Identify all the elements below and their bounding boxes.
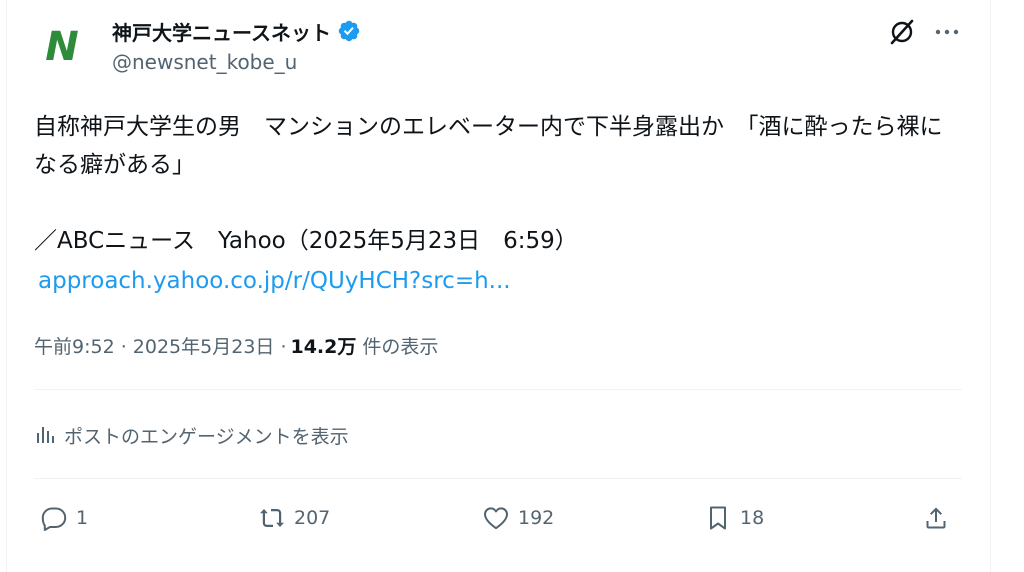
account-handle[interactable]: @newsnet_kobe_u <box>112 50 297 74</box>
column-border-right <box>990 0 991 572</box>
timestamp[interactable]: 午前9:52 · 2025年5月23日 · <box>34 332 286 359</box>
grok-button[interactable] <box>888 18 916 46</box>
more-dots-icon <box>935 29 959 35</box>
share-icon <box>926 507 946 529</box>
reply-icon <box>41 507 67 531</box>
column-border-left <box>6 0 7 572</box>
reply-button[interactable]: 1 <box>40 498 88 538</box>
reply-count: 1 <box>76 507 89 529</box>
analytics-icon <box>37 427 54 443</box>
divider <box>34 389 962 390</box>
tweet-link[interactable]: approach.yahoo.co.jp/r/QUyHCH?src=h... <box>38 262 511 300</box>
repost-count: 207 <box>294 507 331 529</box>
action-bar: 1 207 192 18 <box>34 498 962 538</box>
like-button[interactable]: 192 <box>482 498 554 538</box>
view-engagement-label: ポストのエンゲージメントを表示 <box>64 425 349 448</box>
heart-icon <box>484 507 508 530</box>
repost-icon <box>260 509 284 527</box>
display-name[interactable]: 神戸大学ニュースネット <box>112 17 331 46</box>
verified-badge-icon[interactable] <box>337 19 361 43</box>
grok-icon <box>890 19 914 45</box>
tweet-frame: N 神戸大学ニュースネット @newsnet_kobe_u 自称神戸大学生の男 … <box>0 0 1024 572</box>
views-count: 14.2万 <box>290 335 357 358</box>
bookmark-button[interactable]: 18 <box>704 498 764 538</box>
tweet: N 神戸大学ニュースネット @newsnet_kobe_u 自称神戸大学生の男 … <box>32 0 962 572</box>
avatar[interactable]: N <box>34 18 90 74</box>
tweet-text: 自称神戸大学生の男 マンションのエレベーター内で下半身露出か 「酒に酔ったら裸に… <box>34 114 943 254</box>
name-row: 神戸大学ニュースネット <box>112 16 361 46</box>
views-label: 件の表示 <box>362 335 439 358</box>
divider <box>34 478 962 479</box>
like-count: 192 <box>518 507 555 529</box>
bookmark-count: 18 <box>740 507 765 529</box>
more-options-button[interactable] <box>932 18 962 46</box>
view-engagement-link[interactable]: ポストのエンゲージメントを表示 <box>34 418 349 452</box>
tweet-meta: 午前9:52 · 2025年5月23日 · 14.2万 件の表示 <box>34 330 438 360</box>
avatar-logo-icon: N <box>34 18 90 74</box>
bookmark-icon <box>710 506 726 530</box>
repost-button[interactable]: 207 <box>258 498 330 538</box>
avatar-letter: N <box>45 24 78 70</box>
share-button[interactable] <box>922 498 950 538</box>
